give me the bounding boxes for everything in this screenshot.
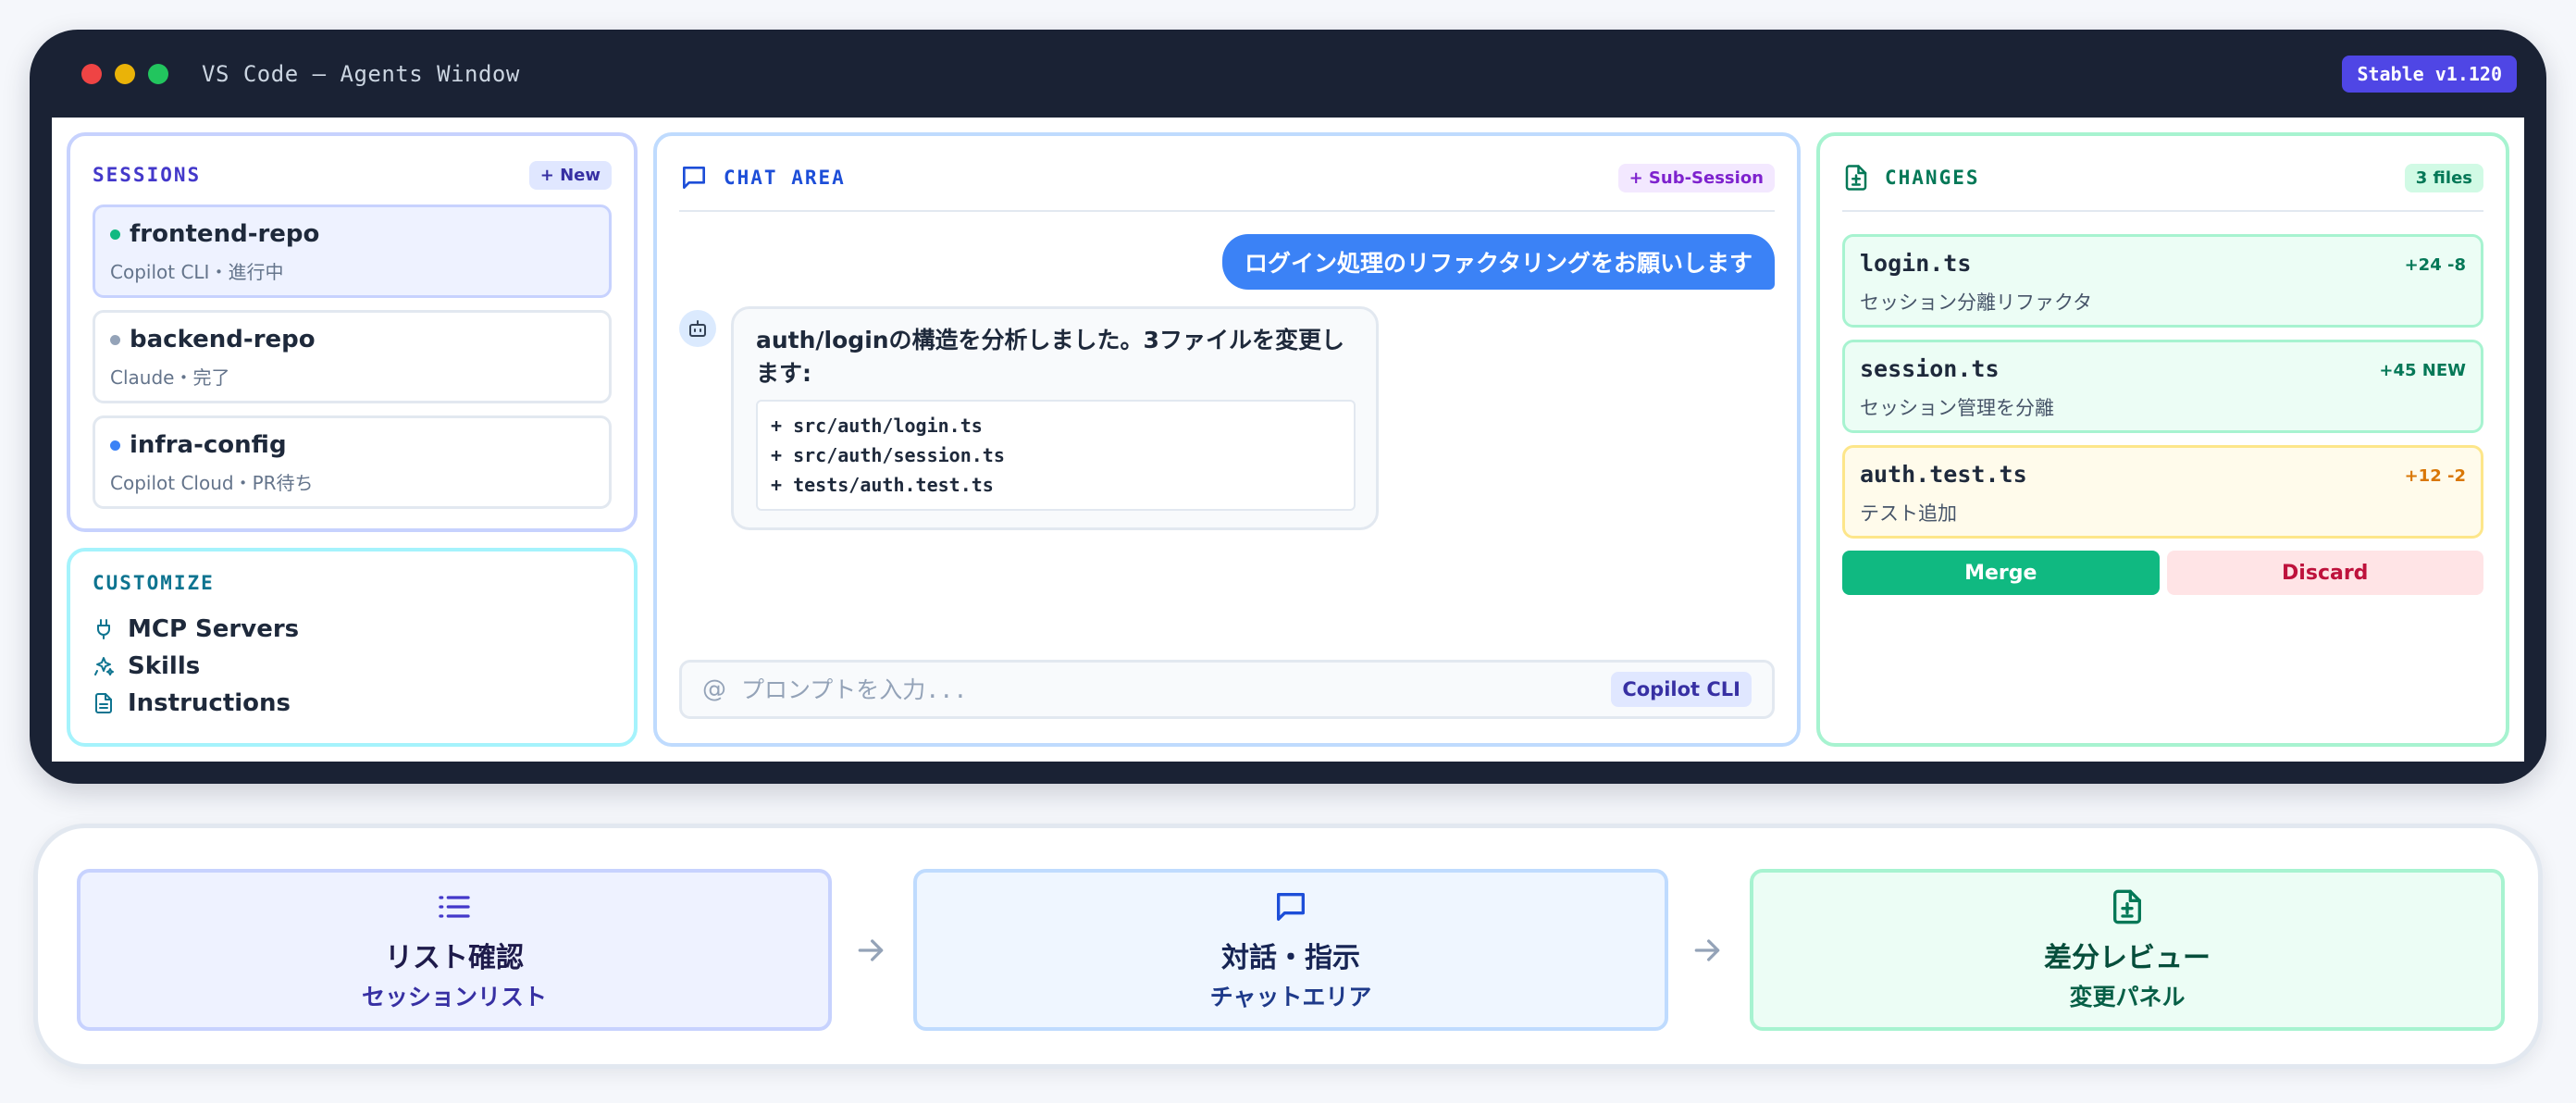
workflow-step-diff: 差分レビュー 変更パネル	[1750, 869, 2505, 1031]
sessions-panel: SESSIONS + New frontend-repo Copilot CLI…	[67, 132, 638, 532]
file-name: session.ts	[1860, 355, 2000, 382]
chat-bubble-icon	[683, 167, 705, 189]
file-diff-icon	[2113, 889, 2141, 923]
file-description: セッション分離リファクタ	[1860, 291, 2093, 314]
workflow-step-chat: 対話・指示 チャットエリア	[913, 869, 1668, 1031]
version-badge: Stable v1.120	[2342, 55, 2517, 93]
customize-item-label: MCP Servers	[128, 615, 300, 643]
mention-prefix: @	[702, 675, 726, 703]
customize-panel: CUSTOMIZE MCP Servers Skills Instruction…	[67, 548, 638, 747]
plug-icon	[97, 619, 110, 639]
status-dot	[110, 440, 120, 451]
new-session-button[interactable]: + New	[528, 160, 612, 190]
bot-icon	[689, 320, 706, 337]
code-line: + src/auth/login.ts	[771, 415, 983, 437]
list-icon	[439, 895, 470, 918]
customize-label: CUSTOMIZE	[93, 572, 215, 594]
diff-stat: +24 -8	[2404, 255, 2466, 275]
maximize-window-button[interactable]	[148, 63, 168, 84]
session-item-infra-config[interactable]: infra-config Copilot Cloud・PR待ち	[93, 415, 612, 509]
customize-item-label: Skills	[128, 652, 201, 680]
discard-button[interactable]: Discard	[2166, 551, 2483, 595]
session-name: infra-config	[130, 431, 287, 459]
step-title: リスト確認	[385, 941, 524, 974]
customize-item-mcp-servers[interactable]: MCP Servers	[93, 611, 612, 648]
bot-avatar	[679, 310, 716, 347]
file-diff-icon	[1845, 165, 1867, 191]
file-count-badge: 3 files	[2404, 163, 2483, 192]
minimize-window-button[interactable]	[115, 63, 135, 84]
file-name: auth.test.ts	[1860, 461, 2027, 488]
status-dot	[110, 334, 120, 345]
session-meta: Claude・完了	[110, 366, 230, 389]
changes-label: CHANGES	[1885, 167, 1980, 189]
assistant-message-text: auth/loginの構造を分析しました。3ファイルを変更します:	[756, 327, 1344, 387]
prompt-bar: @ Copilot CLI	[679, 660, 1775, 719]
status-dot	[110, 229, 120, 240]
prompt-input[interactable]	[741, 675, 1612, 703]
session-meta: Copilot CLI・進行中	[110, 261, 284, 283]
session-name: backend-repo	[130, 326, 316, 353]
close-window-button[interactable]	[81, 63, 102, 84]
sessions-label: SESSIONS	[93, 164, 202, 186]
agents-window: VS Code — Agents Window Stable v1.120 SE…	[30, 30, 2546, 784]
file-description: セッション管理を分離	[1860, 397, 2054, 419]
diff-stat: +12 -2	[2404, 466, 2466, 486]
workflow-strip: リスト確認 セッションリスト 対話・指示 チャットエリア 差分レビュー 変更パネ…	[33, 824, 2543, 1069]
arrow-right-icon	[858, 939, 884, 961]
file-name: login.ts	[1860, 250, 1972, 277]
file-description: テスト追加	[1860, 502, 1957, 525]
session-item-frontend-repo[interactable]: frontend-repo Copilot CLI・進行中	[93, 204, 612, 298]
changed-file-session[interactable]: session.ts +45 NEW セッション管理を分離	[1842, 340, 2483, 433]
step-subtitle: セッションリスト	[361, 983, 547, 1010]
title-bar: VS Code — Agents Window Stable v1.120	[52, 30, 2524, 118]
code-line: + src/auth/session.ts	[771, 444, 1005, 466]
step-subtitle: チャットエリア	[1209, 983, 1372, 1010]
code-block: + src/auth/login.ts + src/auth/session.t…	[756, 400, 1356, 511]
chat-panel: CHAT AREA + Sub-Session ログイン処理のリファクタリングを…	[653, 132, 1801, 747]
sub-session-button[interactable]: + Sub-Session	[1617, 163, 1775, 192]
customize-item-skills[interactable]: Skills	[93, 648, 612, 685]
changed-file-auth-test[interactable]: auth.test.ts +12 -2 テスト追加	[1842, 445, 2483, 539]
session-meta: Copilot Cloud・PR待ち	[110, 472, 314, 494]
session-name: frontend-repo	[130, 220, 320, 248]
model-selector[interactable]: Copilot CLI	[1611, 672, 1752, 707]
sparkles-icon	[94, 657, 114, 675]
arrow-right-icon	[1694, 939, 1720, 961]
document-icon	[95, 693, 112, 713]
workspace: SESSIONS + New frontend-repo Copilot CLI…	[52, 118, 2524, 762]
session-item-backend-repo[interactable]: backend-repo Claude・完了	[93, 310, 612, 403]
customize-item-instructions[interactable]: Instructions	[93, 685, 612, 722]
diff-stat: +45 NEW	[2379, 361, 2466, 380]
workflow-step-list: リスト確認 セッションリスト	[77, 869, 832, 1031]
customize-item-label: Instructions	[128, 689, 291, 717]
step-title: 差分レビュー	[2044, 941, 2211, 974]
changes-panel: CHANGES 3 files login.ts +24 -8 セッション分離リ…	[1816, 132, 2509, 747]
chat-bubble-icon	[1277, 892, 1305, 921]
merge-button[interactable]: Merge	[1842, 551, 2160, 595]
step-subtitle: 変更パネル	[2069, 983, 2186, 1010]
chat-label: CHAT AREA	[724, 167, 846, 189]
step-title: 対話・指示	[1221, 941, 1360, 974]
changed-file-login[interactable]: login.ts +24 -8 セッション分離リファクタ	[1842, 234, 2483, 328]
window-controls	[81, 63, 168, 84]
user-message: ログイン処理のリファクタリングをお願いします	[1221, 234, 1775, 290]
assistant-message: auth/loginの構造を分析しました。3ファイルを変更します: + src/…	[731, 306, 1379, 530]
code-line: + tests/auth.test.ts	[771, 474, 994, 496]
window-title: VS Code — Agents Window	[202, 60, 520, 87]
